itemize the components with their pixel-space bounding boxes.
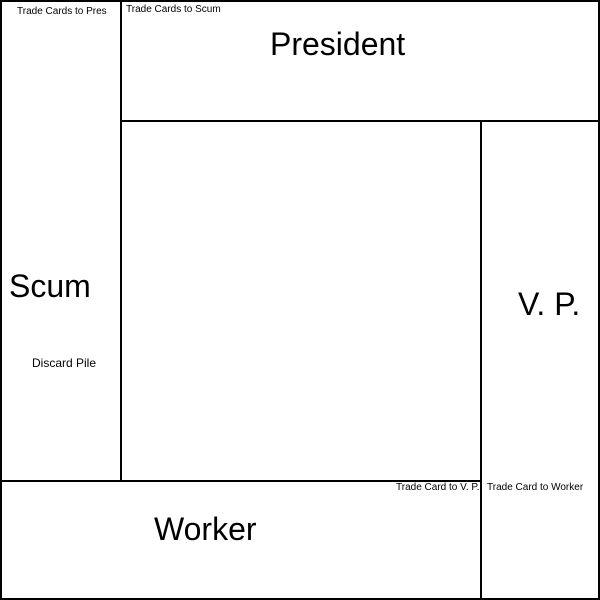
trade-to-scum-label: Trade Cards to Scum (126, 4, 221, 15)
worker-label: Worker (154, 511, 257, 547)
play-area[interactable] (120, 120, 482, 482)
trade-to-vp-label: Trade Card to V. P. (396, 482, 480, 493)
scum-label: Scum (9, 268, 91, 304)
trade-to-worker-label: Trade Card to Worker (487, 482, 584, 493)
scum-area[interactable] (0, 0, 122, 482)
president-label: President (270, 26, 406, 62)
discard-pile-label: Discard Pile (32, 356, 97, 370)
game-board: President Scum V. P. Worker Trade Cards … (0, 0, 600, 600)
trade-to-pres-label: Trade Cards to Pres (17, 6, 107, 17)
vp-area[interactable] (480, 120, 600, 600)
vp-label: V. P. (518, 286, 581, 322)
